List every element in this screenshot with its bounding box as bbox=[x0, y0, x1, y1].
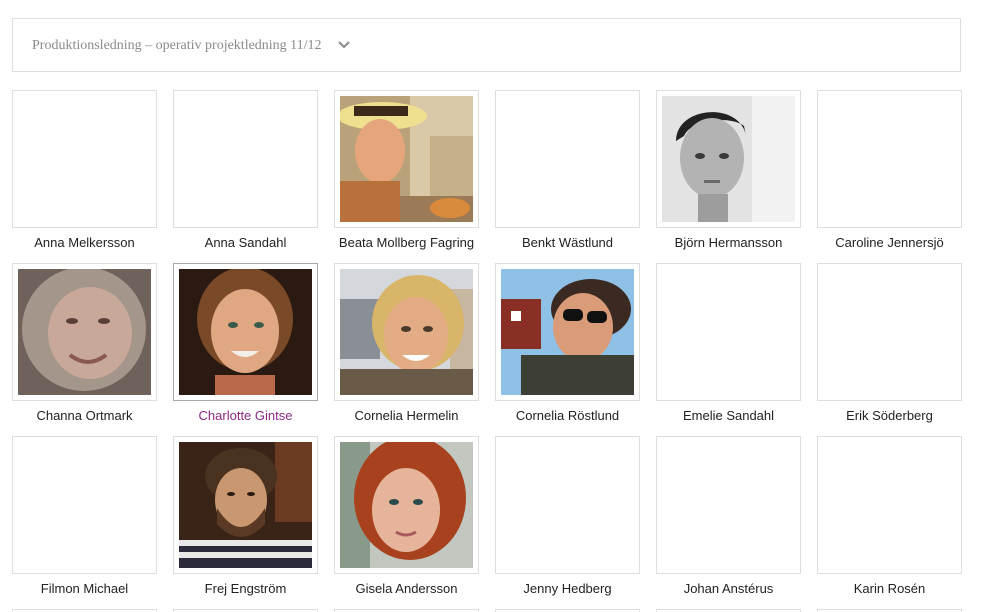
participant-card[interactable]: Filmon Michael bbox=[12, 436, 157, 609]
participant-avatar[interactable] bbox=[334, 90, 479, 228]
participant-avatar-empty[interactable] bbox=[817, 90, 962, 228]
participant-name[interactable]: Filmon Michael bbox=[12, 581, 157, 596]
participant-name[interactable]: Gisela Andersson bbox=[334, 581, 479, 596]
participant-card[interactable]: Johan Anstérus bbox=[656, 436, 801, 609]
participant-avatar-empty[interactable] bbox=[656, 436, 801, 574]
participant-name[interactable]: Emelie Sandahl bbox=[656, 408, 801, 423]
participant-name[interactable]: Cornelia Hermelin bbox=[334, 408, 479, 423]
course-selector[interactable]: Produktionsledning – operativ projektled… bbox=[12, 18, 961, 72]
participant-avatar[interactable] bbox=[334, 263, 479, 401]
participant-card[interactable]: Karin Rosén bbox=[817, 436, 962, 609]
participant-card[interactable]: Jenny Hedberg bbox=[495, 436, 640, 609]
beata-photo bbox=[340, 96, 473, 222]
participant-avatar-empty[interactable] bbox=[495, 90, 640, 228]
participant-avatar[interactable] bbox=[12, 263, 157, 401]
participant-name[interactable]: Anna Sandahl bbox=[173, 235, 318, 250]
participant-card[interactable]: Channa Ortmark bbox=[12, 263, 157, 436]
participant-name[interactable]: Beata Mollberg Fagring bbox=[334, 235, 479, 250]
participant-card[interactable]: Emelie Sandahl bbox=[656, 263, 801, 436]
participant-name[interactable]: Anna Melkersson bbox=[12, 235, 157, 250]
participant-card[interactable]: Caroline Jennersjö bbox=[817, 90, 962, 263]
participant-name[interactable]: Cornelia Röstlund bbox=[495, 408, 640, 423]
participant-name[interactable]: Caroline Jennersjö bbox=[817, 235, 962, 250]
participant-avatar[interactable] bbox=[656, 90, 801, 228]
participant-name[interactable]: Karin Rosén bbox=[817, 581, 962, 596]
participant-card[interactable]: Anna Melkersson bbox=[12, 90, 157, 263]
participant-card[interactable]: Cornelia Röstlund bbox=[495, 263, 640, 436]
participant-card[interactable]: Cornelia Hermelin bbox=[334, 263, 479, 436]
participants-page: Produktionsledning – operativ projektled… bbox=[0, 0, 985, 612]
bjorn-photo bbox=[662, 96, 795, 222]
participant-name[interactable]: Charlotte Gintse bbox=[173, 408, 318, 423]
participant-avatar-empty[interactable] bbox=[817, 436, 962, 574]
participant-name[interactable]: Frej Engström bbox=[173, 581, 318, 596]
course-selector-label: Produktionsledning – operativ projektled… bbox=[32, 38, 322, 53]
frej-photo bbox=[179, 442, 312, 568]
participant-card[interactable]: Erik Söderberg bbox=[817, 263, 962, 436]
cornelia-h-photo bbox=[340, 269, 473, 395]
participant-avatar-empty[interactable] bbox=[12, 436, 157, 574]
chevron-down-icon[interactable] bbox=[337, 40, 351, 50]
participant-name[interactable]: Jenny Hedberg bbox=[495, 581, 640, 596]
participant-grid: Anna Melkersson Anna Sandahl Beata Mollb… bbox=[12, 90, 962, 609]
participant-avatar-empty[interactable] bbox=[12, 90, 157, 228]
participant-avatar-empty[interactable] bbox=[495, 436, 640, 574]
channa-photo bbox=[18, 269, 151, 395]
participant-avatar-empty[interactable] bbox=[817, 263, 962, 401]
charlotte-photo bbox=[179, 269, 312, 395]
participant-avatar-empty[interactable] bbox=[173, 90, 318, 228]
participant-name[interactable]: Björn Hermansson bbox=[656, 235, 801, 250]
participant-name[interactable]: Channa Ortmark bbox=[12, 408, 157, 423]
participant-card[interactable]: Beata Mollberg Fagring bbox=[334, 90, 479, 263]
participant-card-active[interactable]: Charlotte Gintse bbox=[173, 263, 318, 436]
cornelia-r-photo bbox=[501, 269, 634, 395]
participant-name[interactable]: Johan Anstérus bbox=[656, 581, 801, 596]
participant-avatar-empty[interactable] bbox=[656, 263, 801, 401]
participant-name[interactable]: Benkt Wästlund bbox=[495, 235, 640, 250]
participant-card[interactable]: Benkt Wästlund bbox=[495, 90, 640, 263]
participant-avatar[interactable] bbox=[173, 436, 318, 574]
participant-card[interactable]: Frej Engström bbox=[173, 436, 318, 609]
participant-avatar[interactable] bbox=[334, 436, 479, 574]
participant-card[interactable]: Anna Sandahl bbox=[173, 90, 318, 263]
gisela-photo bbox=[340, 442, 473, 568]
participant-card[interactable]: Gisela Andersson bbox=[334, 436, 479, 609]
participant-name[interactable]: Erik Söderberg bbox=[817, 408, 962, 423]
participant-card[interactable]: Björn Hermansson bbox=[656, 90, 801, 263]
participant-avatar[interactable] bbox=[173, 263, 318, 401]
participant-avatar[interactable] bbox=[495, 263, 640, 401]
